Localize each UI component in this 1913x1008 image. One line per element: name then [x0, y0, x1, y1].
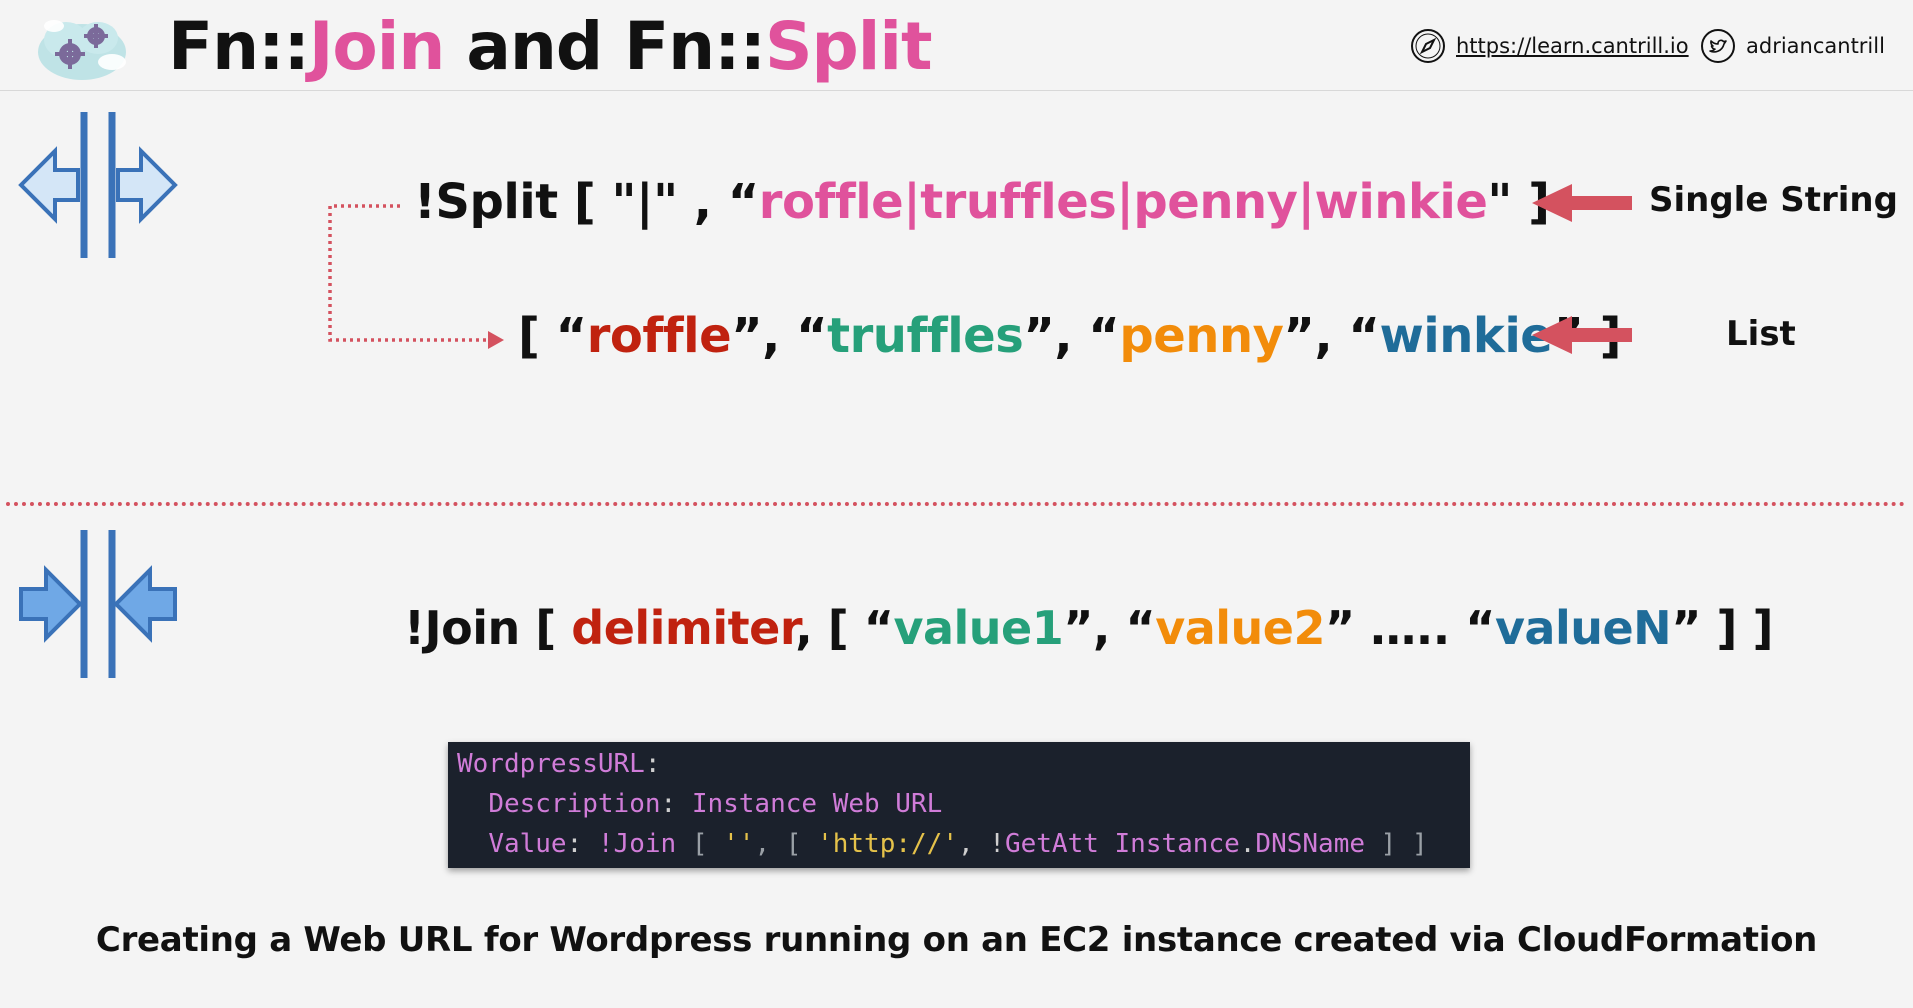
- split-expression: !Split [ "|" , “roffle|truffles|penny|wi…: [414, 172, 1550, 232]
- list-separator: ”, “: [731, 308, 828, 364]
- page-title: Fn::Join and Fn::Split: [168, 8, 933, 86]
- code-colon: :: [644, 749, 661, 779]
- code-dot: .: [1239, 829, 1256, 859]
- section-divider: [6, 502, 1906, 506]
- join-suffix: ” ] ]: [1671, 601, 1773, 655]
- title-middle: and Fn::: [444, 8, 766, 85]
- cloud-gears-logo-icon: [38, 20, 126, 80]
- list-separator: ”, “: [1023, 308, 1120, 364]
- code-bracket: [: [676, 829, 724, 859]
- arrow-left-icon: [1532, 316, 1632, 354]
- code-key: Value: [488, 829, 567, 859]
- code-string: '': [723, 829, 755, 859]
- split-input-string: roffle|truffles|penny|winkie: [758, 174, 1488, 230]
- list-item: winkie: [1379, 308, 1553, 364]
- code-colon: :: [566, 829, 598, 859]
- code-value: Instance Web URL: [691, 789, 943, 819]
- join-ellipsis: ” ….. “: [1324, 601, 1495, 655]
- twitter-icon: [1701, 29, 1735, 63]
- list-item: truffles: [827, 308, 1024, 364]
- code-comma: ,: [957, 829, 990, 859]
- arrow-left-icon: [1532, 184, 1632, 222]
- join-value2: value2: [1155, 601, 1325, 655]
- twitter-link[interactable]: adriancantrill: [1700, 26, 1885, 66]
- code-bracket: ] ]: [1365, 829, 1428, 859]
- list-item: roffle: [586, 308, 732, 364]
- join-valueN: valueN: [1494, 601, 1672, 655]
- list-open: [ “: [518, 308, 587, 364]
- list-separator: ”, “: [1283, 308, 1380, 364]
- join-arrows-icon: [19, 530, 177, 678]
- title-join: Join: [308, 8, 446, 85]
- compass-icon: [1411, 29, 1445, 63]
- join-prefix: !Join [: [404, 601, 572, 655]
- list-label: List: [1726, 314, 1796, 354]
- code-function: GetAtt Instance: [1004, 829, 1240, 859]
- join-expression: !Join [ delimiter, [ “value1”, “value2” …: [404, 598, 1773, 658]
- join-delimiter: delimiter: [571, 601, 796, 655]
- list-item: penny: [1119, 308, 1284, 364]
- join-separator: ”, “: [1063, 601, 1156, 655]
- twitter-handle[interactable]: adriancantrill: [1746, 34, 1885, 58]
- code-function: !Join: [597, 829, 677, 859]
- code-attribute: DNSName: [1255, 829, 1365, 859]
- title-fn-1: Fn::: [168, 8, 310, 85]
- join-separator: , [ “: [795, 601, 894, 655]
- code-key: Description: [488, 789, 661, 819]
- header-bar: Fn::Join and Fn::Split https://learn.can…: [0, 0, 1913, 91]
- split-prefix: !Split [ "|" , “: [414, 174, 759, 230]
- split-result-list: [ “roffle”, “truffles”, “penny”, “winkie…: [518, 306, 1622, 366]
- website-link[interactable]: https://learn.cantrill.io: [1410, 26, 1689, 66]
- code-key: WordpressURL: [457, 749, 645, 779]
- title-split: Split: [764, 8, 933, 85]
- code-bang: !: [989, 829, 1005, 859]
- code-string: 'http://': [817, 829, 958, 859]
- yaml-code-block: WordpressURL: Description: Instance Web …: [448, 742, 1470, 868]
- join-value1: value1: [893, 601, 1064, 655]
- slide-caption: Creating a Web URL for Wordpress running…: [95, 920, 1818, 960]
- website-url[interactable]: https://learn.cantrill.io: [1456, 34, 1689, 58]
- split-arrows-icon: [18, 112, 178, 258]
- code-bracket: , [: [754, 829, 818, 859]
- code-colon: :: [660, 789, 692, 819]
- single-string-label: Single String: [1649, 180, 1898, 220]
